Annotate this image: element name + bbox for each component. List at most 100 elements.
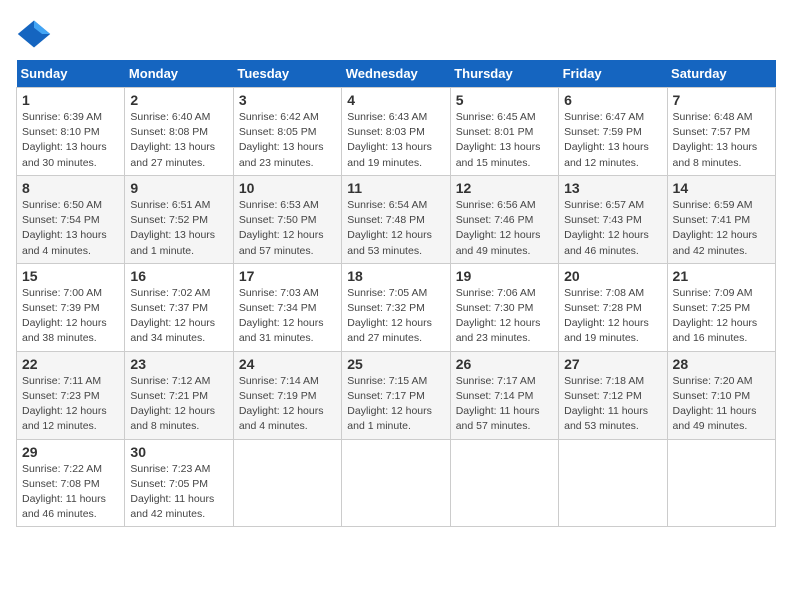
day-cell: 12 Sunrise: 6:56 AM Sunset: 7:46 PM Dayli… (450, 175, 558, 263)
day-cell: 15 Sunrise: 7:00 AM Sunset: 7:39 PM Dayli… (17, 263, 125, 351)
day-cell: 3 Sunrise: 6:42 AM Sunset: 8:05 PM Daylig… (233, 88, 341, 176)
day-cell: 16Sunrise: 7:02 AM Sunset: 7:37 PM Dayli… (125, 263, 233, 351)
day-number: 22 (22, 356, 119, 372)
day-cell (450, 439, 558, 527)
day-cell: 18Sunrise: 7:05 AM Sunset: 7:32 PM Dayli… (342, 263, 450, 351)
day-number: 28 (673, 356, 770, 372)
header-cell-wednesday: Wednesday (342, 60, 450, 88)
day-detail: Sunrise: 7:06 AM Sunset: 7:30 PM Dayligh… (456, 286, 553, 347)
day-number: 19 (456, 268, 553, 284)
day-number: 6 (564, 92, 661, 108)
week-row-4: 22 Sunrise: 7:11 AM Sunset: 7:23 PM Dayli… (17, 351, 776, 439)
day-cell (667, 439, 775, 527)
day-detail: Sunrise: 7:18 AM Sunset: 7:12 PM Dayligh… (564, 374, 661, 435)
header-cell-sunday: Sunday (17, 60, 125, 88)
day-number: 24 (239, 356, 336, 372)
day-cell: 14 Sunrise: 6:59 AM Sunset: 7:41 PM Dayli… (667, 175, 775, 263)
day-detail: Sunrise: 6:42 AM Sunset: 8:05 PM Dayligh… (239, 110, 336, 171)
day-cell: 30 Sunrise: 7:23 AM Sunset: 7:05 PM Dayli… (125, 439, 233, 527)
day-number: 5 (456, 92, 553, 108)
week-row-3: 15 Sunrise: 7:00 AM Sunset: 7:39 PM Dayli… (17, 263, 776, 351)
day-detail: Sunrise: 7:23 AM Sunset: 7:05 PM Dayligh… (130, 462, 227, 523)
day-number: 30 (130, 444, 227, 460)
day-cell: 4 Sunrise: 6:43 AM Sunset: 8:03 PM Daylig… (342, 88, 450, 176)
day-detail: Sunrise: 6:43 AM Sunset: 8:03 PM Dayligh… (347, 110, 444, 171)
day-detail: Sunrise: 6:47 AM Sunset: 7:59 PM Dayligh… (564, 110, 661, 171)
day-cell: 28Sunrise: 7:20 AM Sunset: 7:10 PM Dayli… (667, 351, 775, 439)
page-header (16, 16, 776, 52)
day-number: 11 (347, 180, 444, 196)
day-number: 12 (456, 180, 553, 196)
day-cell: 25Sunrise: 7:15 AM Sunset: 7:17 PM Dayli… (342, 351, 450, 439)
day-number: 10 (239, 180, 336, 196)
day-number: 7 (673, 92, 770, 108)
day-cell: 2 Sunrise: 6:40 AM Sunset: 8:08 PM Daylig… (125, 88, 233, 176)
day-number: 2 (130, 92, 227, 108)
day-cell: 11 Sunrise: 6:54 AM Sunset: 7:48 PM Dayli… (342, 175, 450, 263)
day-number: 4 (347, 92, 444, 108)
calendar-body: 1 Sunrise: 6:39 AM Sunset: 8:10 PM Daylig… (17, 88, 776, 527)
day-cell (559, 439, 667, 527)
day-number: 13 (564, 180, 661, 196)
day-detail: Sunrise: 6:59 AM Sunset: 7:41 PM Dayligh… (673, 198, 770, 259)
logo-icon (16, 16, 52, 52)
day-cell: 5 Sunrise: 6:45 AM Sunset: 8:01 PM Daylig… (450, 88, 558, 176)
header-cell-saturday: Saturday (667, 60, 775, 88)
day-cell: 1 Sunrise: 6:39 AM Sunset: 8:10 PM Daylig… (17, 88, 125, 176)
calendar-header: SundayMondayTuesdayWednesdayThursdayFrid… (17, 60, 776, 88)
day-detail: Sunrise: 7:00 AM Sunset: 7:39 PM Dayligh… (22, 286, 119, 347)
week-row-2: 8Sunrise: 6:50 AM Sunset: 7:54 PM Daylig… (17, 175, 776, 263)
day-number: 26 (456, 356, 553, 372)
day-detail: Sunrise: 7:11 AM Sunset: 7:23 PM Dayligh… (22, 374, 119, 435)
day-cell: 10Sunrise: 6:53 AM Sunset: 7:50 PM Dayli… (233, 175, 341, 263)
day-number: 1 (22, 92, 119, 108)
week-row-5: 29Sunrise: 7:22 AM Sunset: 7:08 PM Dayli… (17, 439, 776, 527)
day-cell (233, 439, 341, 527)
header-cell-thursday: Thursday (450, 60, 558, 88)
day-number: 29 (22, 444, 119, 460)
day-detail: Sunrise: 6:57 AM Sunset: 7:43 PM Dayligh… (564, 198, 661, 259)
day-detail: Sunrise: 7:12 AM Sunset: 7:21 PM Dayligh… (130, 374, 227, 435)
day-cell: 26 Sunrise: 7:17 AM Sunset: 7:14 PM Dayli… (450, 351, 558, 439)
day-cell: 29Sunrise: 7:22 AM Sunset: 7:08 PM Dayli… (17, 439, 125, 527)
day-detail: Sunrise: 7:09 AM Sunset: 7:25 PM Dayligh… (673, 286, 770, 347)
day-number: 3 (239, 92, 336, 108)
day-detail: Sunrise: 6:45 AM Sunset: 8:01 PM Dayligh… (456, 110, 553, 171)
day-detail: Sunrise: 7:08 AM Sunset: 7:28 PM Dayligh… (564, 286, 661, 347)
day-cell: 27Sunrise: 7:18 AM Sunset: 7:12 PM Dayli… (559, 351, 667, 439)
day-number: 15 (22, 268, 119, 284)
day-cell: 24 Sunrise: 7:14 AM Sunset: 7:19 PM Dayli… (233, 351, 341, 439)
day-detail: Sunrise: 6:51 AM Sunset: 7:52 PM Dayligh… (130, 198, 227, 259)
day-cell: 23 Sunrise: 7:12 AM Sunset: 7:21 PM Dayli… (125, 351, 233, 439)
day-number: 9 (130, 180, 227, 196)
day-number: 25 (347, 356, 444, 372)
day-cell: 7 Sunrise: 6:48 AM Sunset: 7:57 PM Daylig… (667, 88, 775, 176)
header-cell-friday: Friday (559, 60, 667, 88)
day-cell: 22 Sunrise: 7:11 AM Sunset: 7:23 PM Dayli… (17, 351, 125, 439)
week-row-1: 1 Sunrise: 6:39 AM Sunset: 8:10 PM Daylig… (17, 88, 776, 176)
day-detail: Sunrise: 7:03 AM Sunset: 7:34 PM Dayligh… (239, 286, 336, 347)
day-number: 20 (564, 268, 661, 284)
day-number: 17 (239, 268, 336, 284)
day-cell: 9 Sunrise: 6:51 AM Sunset: 7:52 PM Daylig… (125, 175, 233, 263)
day-detail: Sunrise: 6:48 AM Sunset: 7:57 PM Dayligh… (673, 110, 770, 171)
header-cell-monday: Monday (125, 60, 233, 88)
day-detail: Sunrise: 7:14 AM Sunset: 7:19 PM Dayligh… (239, 374, 336, 435)
day-cell: 19 Sunrise: 7:06 AM Sunset: 7:30 PM Dayli… (450, 263, 558, 351)
day-cell: 17 Sunrise: 7:03 AM Sunset: 7:34 PM Dayli… (233, 263, 341, 351)
day-number: 16 (130, 268, 227, 284)
day-cell: 20 Sunrise: 7:08 AM Sunset: 7:28 PM Dayli… (559, 263, 667, 351)
day-detail: Sunrise: 6:54 AM Sunset: 7:48 PM Dayligh… (347, 198, 444, 259)
day-detail: Sunrise: 6:56 AM Sunset: 7:46 PM Dayligh… (456, 198, 553, 259)
day-detail: Sunrise: 7:05 AM Sunset: 7:32 PM Dayligh… (347, 286, 444, 347)
day-detail: Sunrise: 6:40 AM Sunset: 8:08 PM Dayligh… (130, 110, 227, 171)
day-detail: Sunrise: 6:39 AM Sunset: 8:10 PM Dayligh… (22, 110, 119, 171)
day-cell: 13 Sunrise: 6:57 AM Sunset: 7:43 PM Dayli… (559, 175, 667, 263)
day-number: 14 (673, 180, 770, 196)
day-detail: Sunrise: 7:17 AM Sunset: 7:14 PM Dayligh… (456, 374, 553, 435)
calendar-table: SundayMondayTuesdayWednesdayThursdayFrid… (16, 60, 776, 527)
day-number: 8 (22, 180, 119, 196)
day-cell: 21 Sunrise: 7:09 AM Sunset: 7:25 PM Dayli… (667, 263, 775, 351)
day-number: 21 (673, 268, 770, 284)
day-number: 23 (130, 356, 227, 372)
